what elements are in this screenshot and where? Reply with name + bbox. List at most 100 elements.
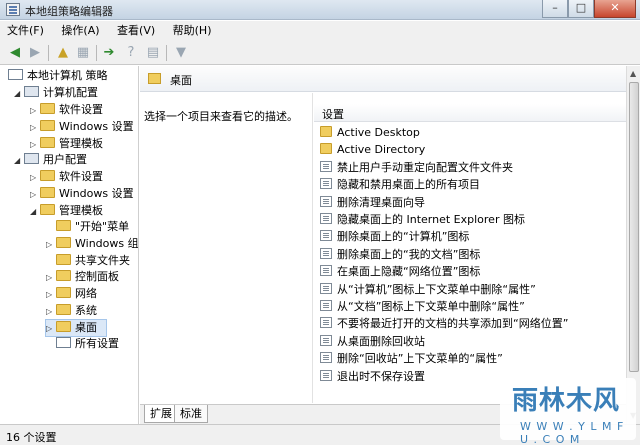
menu-bar: 文件(F) 操作(A) 查看(V) 帮助(H) [0, 21, 640, 41]
policy-icon [320, 195, 332, 207]
tree-uc-admin[interactable]: ◢ 管理模板 [30, 203, 103, 219]
tree-computer-config[interactable]: ◢ 计算机配置 [14, 85, 98, 101]
policy-icon [320, 300, 332, 311]
folder-icon [56, 220, 71, 231]
folder-icon [56, 304, 71, 315]
tree-start-menu[interactable]: "开始"菜单 [46, 219, 129, 235]
tree-all-settings[interactable]: 所有设置 [56, 336, 119, 352]
tree-windows-components[interactable]: ▷ Windows 组 [46, 236, 138, 253]
setting-row[interactable]: 不要将最近打开的文档的共享添加到“网络位置” [320, 315, 568, 332]
setting-row[interactable]: 删除“回收站”上下文菜单的“属性” [320, 350, 503, 367]
setting-row[interactable]: 从“文档”图标上下文菜单中删除“属性” [320, 298, 525, 315]
expand-icon[interactable]: ▷ [30, 137, 40, 153]
setting-label: 退出时不保存设置 [337, 369, 425, 383]
policy-icon [320, 265, 332, 277]
tree-uc-windows[interactable]: ▷ Windows 设置 [30, 186, 134, 202]
setting-row[interactable]: 退出时不保存设置 [320, 368, 425, 385]
filter-icon[interactable]: ▼ [172, 44, 190, 62]
tree-control-panel[interactable]: ▷ 控制面板 [46, 269, 119, 285]
policy-icon [320, 352, 332, 364]
expand-icon[interactable]: ▷ [30, 170, 40, 186]
properties-icon[interactable]: ▤ [144, 44, 162, 62]
folder-icon [40, 170, 55, 181]
tree-user-config[interactable]: ◢ 用户配置 [14, 152, 87, 168]
back-icon[interactable]: ◀ [6, 44, 24, 62]
tree-shared-folders[interactable]: 共享文件夹 [46, 253, 130, 269]
folder-icon [56, 270, 71, 281]
details-title: 桌面 [170, 74, 192, 87]
folder-icon [40, 187, 55, 198]
forward-icon[interactable]: ▶ [26, 44, 44, 62]
export-list-icon[interactable]: ➔ [100, 44, 118, 62]
menu-view[interactable]: 查看(V) [110, 21, 162, 41]
expand-icon[interactable]: ▷ [30, 103, 40, 119]
folder-icon [56, 287, 71, 298]
scroll-thumb[interactable] [629, 82, 639, 372]
policy-icon [320, 213, 332, 224]
menu-file[interactable]: 文件(F) [0, 21, 51, 41]
expand-icon[interactable]: ▷ [46, 304, 56, 320]
folder-icon [40, 204, 55, 215]
tree-desktop[interactable]: ▷ 桌面 [45, 319, 107, 337]
tree-uc-software[interactable]: ▷ 软件设置 [30, 169, 103, 185]
maximize-button[interactable]: □ [568, 0, 594, 18]
collapse-icon[interactable]: ◢ [14, 86, 24, 102]
tree-cc-admin[interactable]: ▷ 管理模板 [30, 136, 103, 152]
expand-icon[interactable]: ▷ [46, 287, 56, 303]
close-button[interactable]: ✕ [594, 0, 636, 18]
tree-root[interactable]: 本地计算机 策略 [8, 68, 108, 84]
setting-label: 隐藏和禁用桌面上的所有项目 [337, 178, 480, 192]
toolbar: ◀ ▶ ▲ ▦ ➔ ? ▤ ▼ [0, 41, 640, 65]
expand-icon[interactable]: ▷ [30, 187, 40, 203]
collapse-icon[interactable]: ◢ [14, 153, 24, 169]
setting-row[interactable]: 隐藏桌面上的 Internet Explorer 图标 [320, 211, 525, 228]
setting-label: Active Directory [337, 143, 426, 157]
tree-cc-windows[interactable]: ▷ Windows 设置 [30, 119, 134, 135]
help-icon[interactable]: ? [122, 44, 140, 62]
setting-label: 删除桌面上的“计算机”图标 [337, 230, 470, 244]
setting-row[interactable]: 删除桌面上的“我的文档”图标 [320, 246, 480, 263]
menu-action[interactable]: 操作(A) [54, 21, 106, 41]
status-text: 16 个设置 [6, 431, 57, 444]
details-header: 桌面 [140, 66, 640, 92]
folder-icon [56, 321, 71, 332]
tree-system[interactable]: ▷ 系统 [46, 303, 97, 319]
setting-label: Active Desktop [337, 126, 420, 139]
tree-network[interactable]: ▷ 网络 [46, 286, 97, 302]
show-hide-tree-icon[interactable]: ▦ [74, 44, 92, 62]
tab-standard[interactable]: 标准 [174, 405, 208, 423]
expand-icon[interactable]: ▷ [46, 321, 56, 337]
expand-icon[interactable]: ▷ [46, 237, 56, 253]
setting-label: 在桌面上隐藏“网络位置”图标 [337, 265, 481, 279]
folder-icon [40, 103, 55, 114]
scroll-up-icon[interactable]: ▲ [630, 69, 636, 78]
setting-row[interactable]: 从桌面删除回收站 [320, 333, 425, 350]
setting-row[interactable]: 隐藏和禁用桌面上的所有项目 [320, 176, 480, 193]
setting-row[interactable]: 禁止用户手动重定向配置文件文件夹 [320, 159, 513, 176]
expand-icon[interactable]: ▷ [30, 120, 40, 136]
watermark-logo: 雨林木风 W W W . Y L M F U . C O M [500, 378, 636, 445]
column-header-setting[interactable]: 设置 [314, 104, 640, 122]
setting-label: 删除“回收站”上下文菜单的“属性” [337, 352, 503, 366]
minimize-button[interactable]: – [542, 0, 568, 18]
window-title: 本地组策略编辑器 [25, 5, 113, 18]
toolbar-separator [48, 45, 49, 61]
policy-doc-icon [8, 69, 23, 80]
menu-help[interactable]: 帮助(H) [166, 21, 219, 41]
policy-icon [320, 230, 332, 242]
up-folder-icon[interactable]: ▲ [54, 44, 72, 62]
tree-cc-software[interactable]: ▷ 软件设置 [30, 102, 103, 118]
tab-extended[interactable]: 扩展 [144, 405, 178, 423]
setting-row[interactable]: 在桌面上隐藏“网络位置”图标 [320, 263, 480, 280]
vertical-scrollbar[interactable]: ▲ ▼ [626, 66, 640, 424]
setting-row[interactable]: Active Desktop [320, 124, 420, 141]
expand-icon[interactable]: ▷ [46, 270, 56, 286]
setting-label: 删除清理桌面向导 [337, 195, 425, 209]
folder-icon [40, 120, 55, 131]
setting-row[interactable]: 删除清理桌面向导 [320, 194, 425, 211]
setting-row[interactable]: 从“计算机”图标上下文菜单中删除“属性” [320, 281, 536, 298]
setting-row[interactable]: 删除桌面上的“计算机”图标 [320, 228, 469, 245]
policy-icon [320, 317, 332, 329]
setting-row[interactable]: Active Directory [320, 141, 425, 158]
collapse-icon[interactable]: ◢ [30, 204, 40, 220]
